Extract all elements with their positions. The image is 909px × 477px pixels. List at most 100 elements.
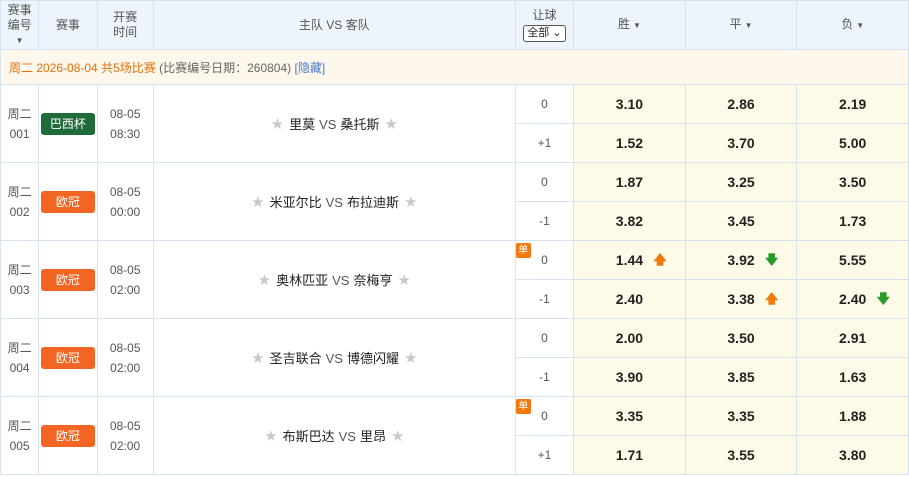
match-number: 周二 001 [0,84,40,163]
table-body: 周二 2026-08-04 共5场比赛 (比赛编号日期：260804) [隐藏]… [0,49,909,475]
star-icon[interactable]: ★ [384,116,397,133]
handicap-value: 0 [514,84,575,124]
single-badge: 单 [515,243,531,258]
teams-cell: ★ 布斯巴达 VS 里昂 ★ [152,396,516,475]
odds-draw[interactable]: 3.70 [684,123,798,163]
odds-win[interactable]: 2.40 [573,279,686,319]
match-number: 周二 004 [0,318,40,397]
col-header-draw[interactable]: 平 ▼ [684,0,798,50]
odds-win[interactable]: 1.52 [573,123,686,163]
star-icon[interactable]: ★ [251,350,264,367]
handicap-value: +1 [514,435,575,475]
star-icon[interactable]: ★ [404,194,417,211]
odds-lose[interactable]: 2.19 [796,84,909,124]
kickoff-time: 08-05 08:30 [96,84,154,163]
odds-draw[interactable]: 3.92 🡇 [684,240,798,280]
star-icon[interactable]: ★ [258,272,271,289]
odds-lose[interactable]: 3.80 [796,435,909,475]
home-team[interactable]: 奥林匹亚 [276,273,328,288]
odds-draw[interactable]: 3.50 [684,318,798,358]
odds-lose[interactable]: 1.88 [796,396,909,436]
odds-draw[interactable]: 3.25 [684,162,798,202]
league-badge[interactable]: 欧冠 [40,268,95,291]
col-header-kickoff: 开赛时间 [96,0,154,50]
odds-lose[interactable]: 5.55 [796,240,909,280]
league-cell: 欧冠 [38,396,98,475]
handicap-value: -1 [514,201,575,241]
odds-win[interactable]: 3.35 [573,396,686,436]
col-header-win[interactable]: 胜 ▼ [573,0,686,50]
odds-lose[interactable]: 2.91 [796,318,909,358]
odds-draw[interactable]: 3.55 [684,435,798,475]
odds-lose[interactable]: 1.63 [796,357,909,397]
home-team[interactable]: 米亚尔比 [270,195,322,210]
odds-table: 赛事编号▼ 赛事 开赛时间 主队 VS 客队 让球 全部 ⌄ 胜 ▼ 平 ▼ 负 ▼ … [0,0,909,475]
star-icon[interactable]: ★ [391,428,404,445]
match-number: 周二 002 [0,162,40,241]
away-team[interactable]: 博德闪耀 [347,351,399,366]
col-header-lose[interactable]: 负 ▼ [796,0,909,50]
odds-draw[interactable]: 2.86 [684,84,798,124]
handicap-value: -1 [514,357,575,397]
odds-lose[interactable]: 3.50 [796,162,909,202]
home-team[interactable]: 里莫 [289,117,315,132]
odds-lose[interactable]: 5.00 [796,123,909,163]
home-team[interactable]: 圣吉联合 [270,351,322,366]
col-header-handicap: 让球 全部 ⌄ [514,0,575,50]
sort-arrow-icon: ▼ [856,21,865,30]
league-badge[interactable]: 欧冠 [40,424,95,447]
league-badge[interactable]: 欧冠 [40,190,95,213]
star-icon[interactable]: ★ [264,428,277,445]
star-icon[interactable]: ★ [397,272,410,289]
sort-arrow-icon: ▼ [632,21,641,30]
table-row: 周二 005 欧冠 08-05 02:00 ★ 布斯巴达 VS 里昂 ★ 单 0 3.35 3.35 1.8… [0,396,909,475]
col-header-league[interactable]: 赛事 [38,0,98,50]
handicap-value: 单0 [514,240,575,280]
odds-win[interactable]: 1.44 🡅 [573,240,686,280]
odds-draw[interactable]: 3.85 [684,357,798,397]
single-badge: 单 [515,399,531,414]
home-team[interactable]: 布斯巴达 [283,429,335,444]
league-cell: 欧冠 [38,240,98,319]
away-team[interactable]: 奈梅亨 [353,273,392,288]
away-team[interactable]: 布拉迪斯 [347,195,399,210]
date-info: (比赛编号日期：260804) [159,60,292,75]
handicap-value: 单0 [514,396,575,436]
teams-cell: ★ 米亚尔比 VS 布拉迪斯 ★ [152,162,516,241]
handicap-filter-select[interactable]: 全部 ⌄ [523,25,566,42]
sort-arrow-icon: ▼ [15,35,24,45]
table-row: 周二 003 欧冠 08-05 02:00 ★ 奥林匹亚 VS 奈梅亨 ★ 单 0 1.44 🡅 3.92 🡇… [0,240,909,319]
handicap-value: 0 [514,318,575,358]
table-row: 周二 004 欧冠 08-05 02:00 ★ 圣吉联合 VS 博德闪耀 ★ 0 2.00 3.50 2.… [0,318,909,397]
away-team[interactable]: 里昂 [360,429,386,444]
star-icon[interactable]: ★ [271,116,284,133]
away-team[interactable]: 桑托斯 [340,117,379,132]
odds-lose[interactable]: 1.73 [796,201,909,241]
league-cell: 巴西杯 [38,84,98,163]
league-badge[interactable]: 巴西杯 [40,112,95,135]
match-count: 共5场比赛 [101,60,156,75]
date-row: 周二 2026-08-04 共5场比赛 (比赛编号日期：260804) [隐藏] [0,49,909,85]
star-icon[interactable]: ★ [251,194,264,211]
kickoff-time: 08-05 02:00 [96,240,154,319]
kickoff-time: 08-05 02:00 [96,318,154,397]
teams-cell: ★ 里莫 VS 桑托斯 ★ [152,84,516,163]
odds-lose[interactable]: 2.40 🡇 [796,279,909,319]
odds-win[interactable]: 1.87 [573,162,686,202]
league-cell: 欧冠 [38,318,98,397]
league-badge[interactable]: 欧冠 [40,346,95,369]
odds-win[interactable]: 2.00 [573,318,686,358]
odds-draw[interactable]: 3.45 [684,201,798,241]
odds-win[interactable]: 1.71 [573,435,686,475]
odds-win[interactable]: 3.82 [573,201,686,241]
sort-arrow-icon: ▼ [744,21,753,30]
star-icon[interactable]: ★ [404,350,417,367]
odds-win[interactable]: 3.90 [573,357,686,397]
odds-up-arrow-icon: 🡅 [653,252,667,267]
match-number: 周二 003 [0,240,40,319]
odds-draw[interactable]: 3.35 [684,396,798,436]
odds-win[interactable]: 3.10 [573,84,686,124]
hide-link[interactable]: [隐藏] [294,61,325,75]
odds-draw[interactable]: 3.38 🡅 [684,279,798,319]
col-header-match-no[interactable]: 赛事编号▼ [0,0,40,50]
